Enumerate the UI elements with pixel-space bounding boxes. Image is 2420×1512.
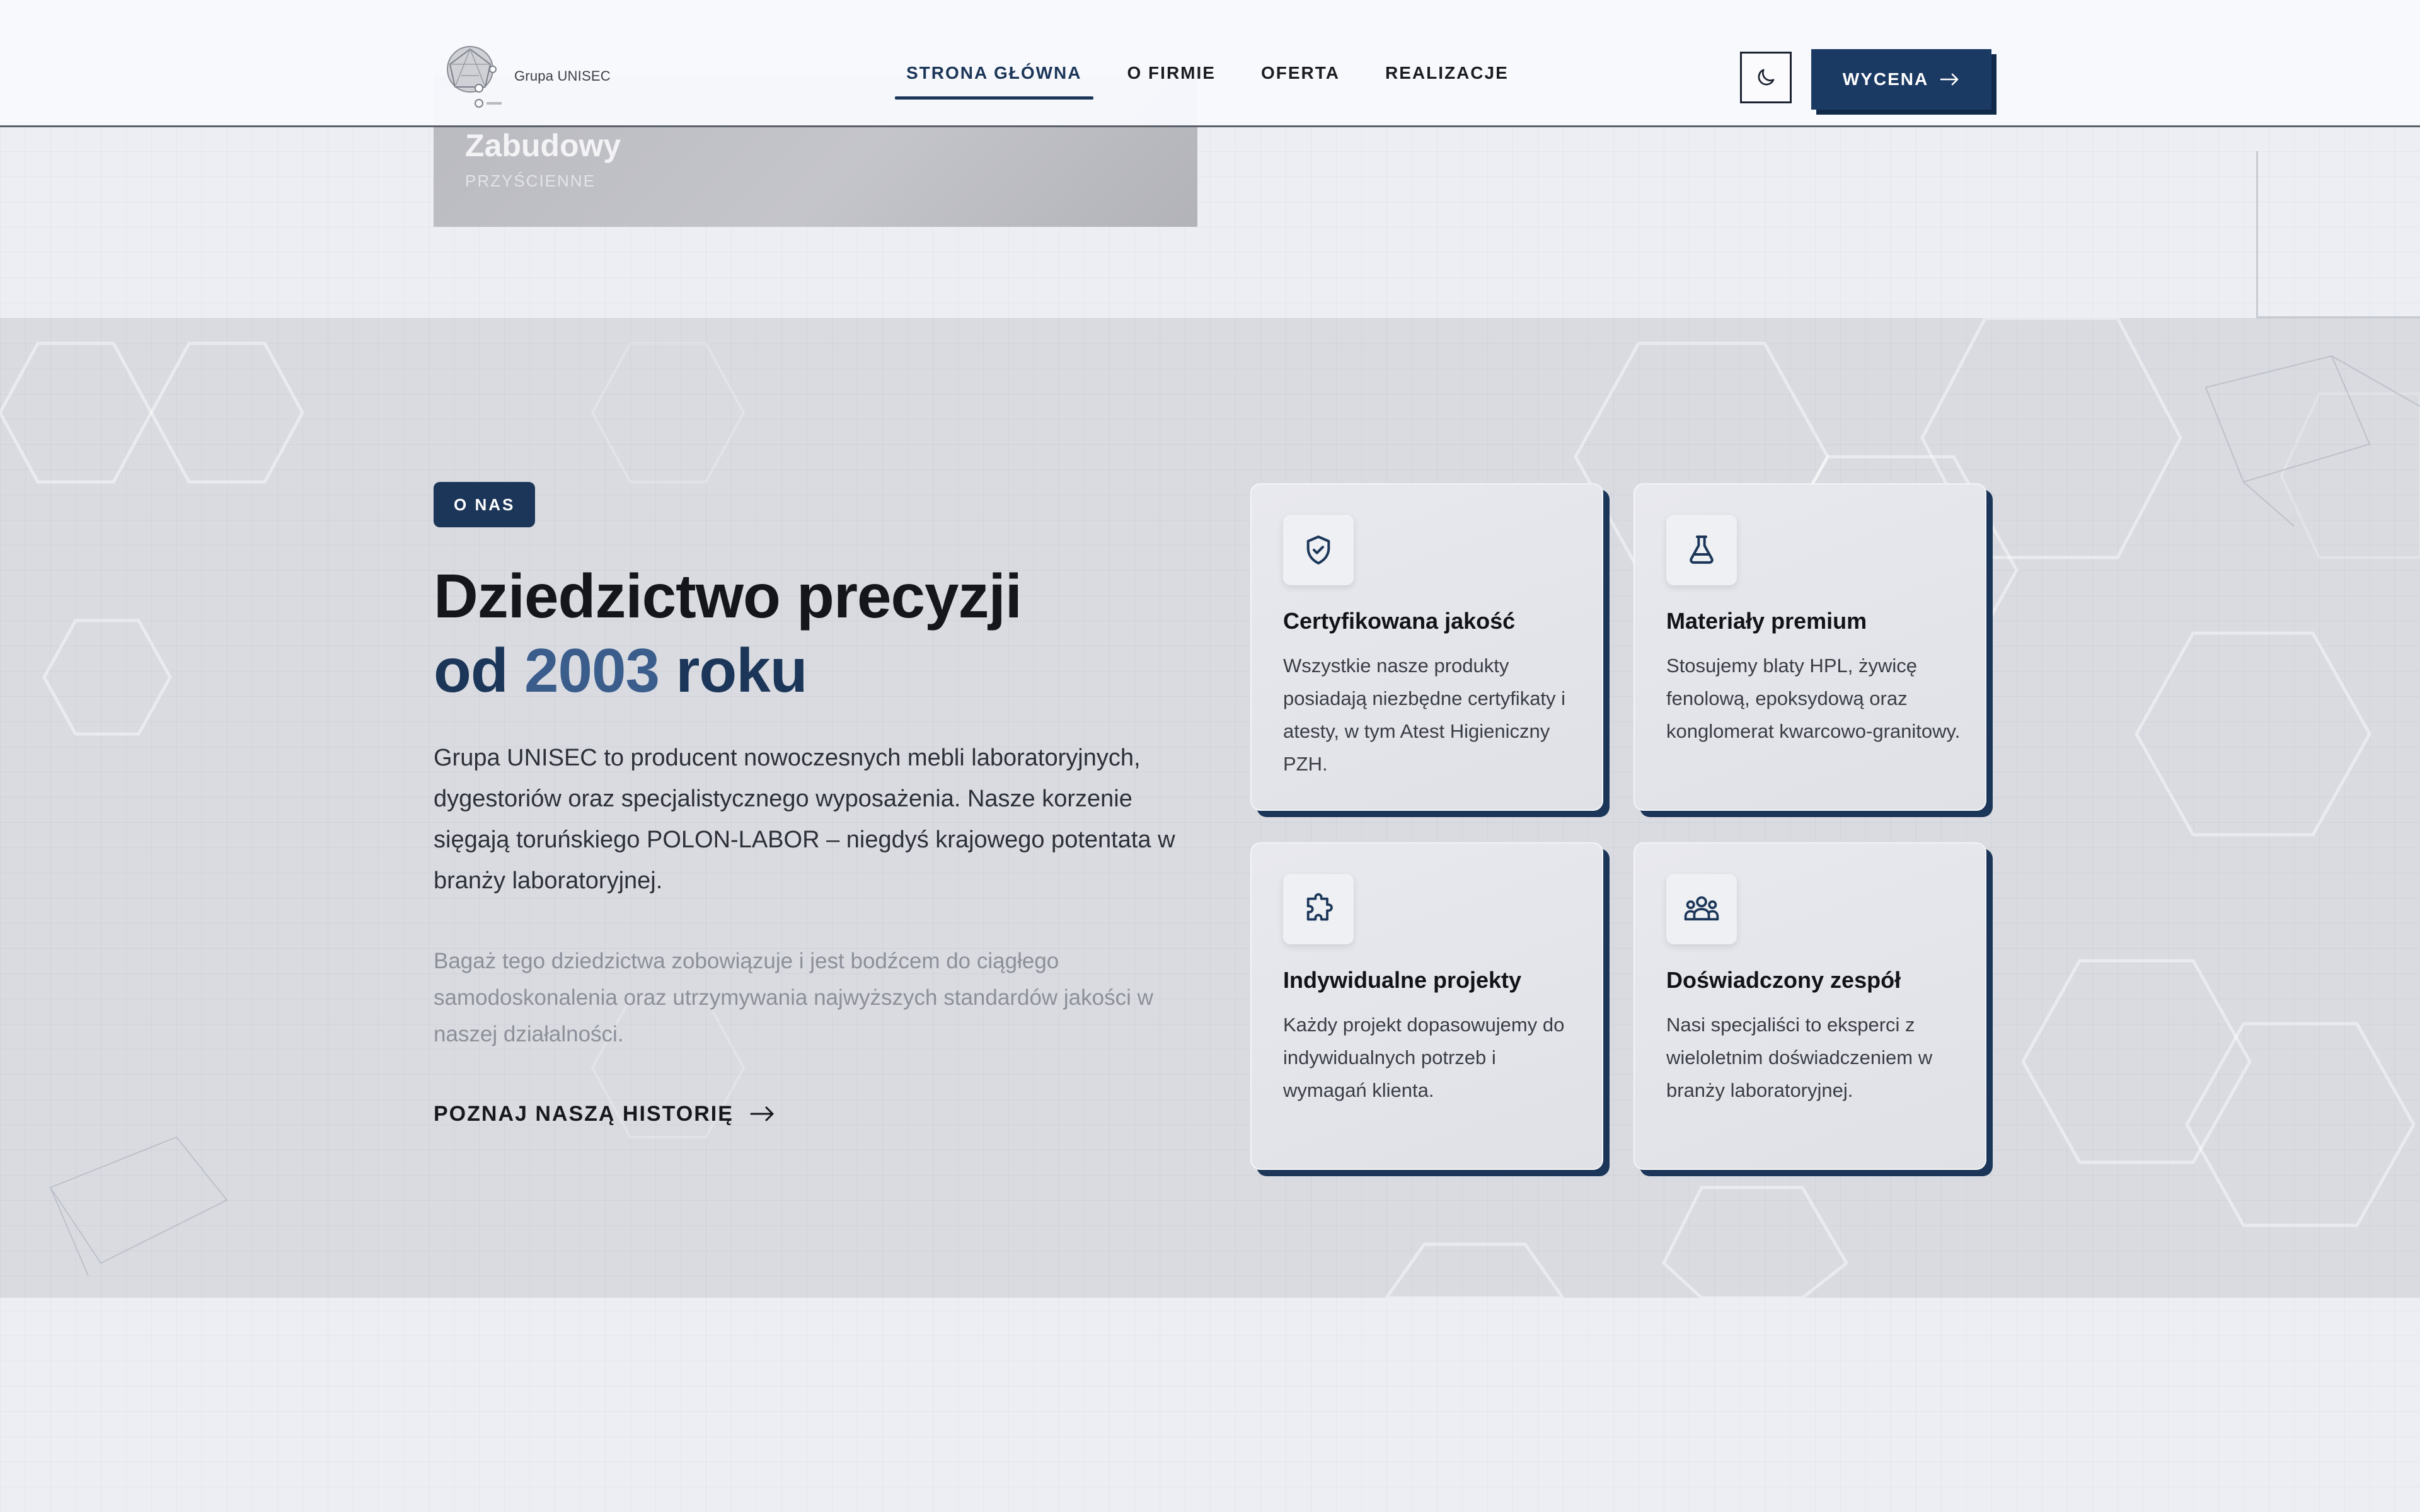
- about-section: O NAS Dziedzictwo precyzji od 2003 roku …: [0, 318, 2420, 1298]
- feature-description: Nasi specjaliści to eksperci z wieloletn…: [1666, 1014, 1933, 1101]
- lead-paragraph: Grupa UNISEC to producent nowoczesnych m…: [434, 745, 1175, 894]
- feature-title: Materiały premium: [1666, 608, 1867, 634]
- quote-button[interactable]: WYCENA: [1811, 49, 1991, 110]
- headline-prefix: od: [434, 636, 524, 705]
- decorative-frame: [2256, 151, 2420, 318]
- section-headline: Dziedzictwo precyzji od 2003 roku: [434, 559, 1253, 707]
- nav-item-projects[interactable]: REALIZACJE: [1374, 63, 1520, 101]
- feature-card-quality[interactable]: Certyfikowana jakość Wszystkie nasze pro…: [1250, 483, 1603, 811]
- arrow-right-icon: [1940, 73, 1959, 86]
- logo-text: Grupa UNISEC: [514, 68, 611, 84]
- feature-title: Doświadczony zespół: [1666, 967, 1901, 993]
- puzzle-icon: [1283, 874, 1354, 944]
- secondary-paragraph: Bagaż tego dziedzictwa zobowiązuje i jes…: [434, 949, 1153, 1046]
- site-header: Grupa UNISEC STRONA GŁÓWNA O FIRMIE OFER…: [0, 0, 2420, 127]
- logo-globe-icon: [447, 46, 502, 108]
- offer-card-subtitle: PRZYŚCIENNE: [465, 171, 596, 190]
- feature-card-materials[interactable]: Materiały premium Stosujemy blaty HPL, ż…: [1634, 483, 1986, 811]
- logo[interactable]: Grupa UNISEC: [440, 43, 611, 112]
- section-badge: O NAS: [434, 482, 536, 527]
- feature-description: Stosujemy blaty HPL, żywicę fenolową, ep…: [1666, 655, 1961, 742]
- headline-suffix: roku: [659, 636, 807, 705]
- headline-year: 2003: [524, 636, 660, 705]
- users-icon: [1666, 874, 1737, 944]
- headline-line-1: Dziedzictwo precyzji: [434, 561, 1022, 631]
- moon-icon: [1758, 69, 1775, 86]
- flask-icon: [1666, 515, 1737, 585]
- theme-toggle-button[interactable]: [1740, 52, 1792, 103]
- feature-card-custom-projects[interactable]: Indywidualne projekty Każdy projekt dopa…: [1250, 842, 1603, 1170]
- feature-description: Każdy projekt dopasowujemy do indywidual…: [1283, 1014, 1565, 1101]
- hexagon-pattern: [0, 318, 2420, 1298]
- quote-button-label: WYCENA: [1842, 69, 1929, 89]
- nav-item-offer[interactable]: OFERTA: [1250, 63, 1351, 101]
- feature-title: Certyfikowana jakość: [1283, 608, 1516, 634]
- feature-card-team[interactable]: Doświadczony zespół Nasi specjaliści to …: [1634, 842, 1986, 1170]
- main-nav: STRONA GŁÓWNA O FIRMIE OFERTA REALIZACJE: [895, 63, 1520, 101]
- feature-title: Indywidualne projekty: [1283, 967, 1522, 993]
- nav-item-home[interactable]: STRONA GŁÓWNA: [895, 63, 1093, 101]
- feature-description: Wszystkie nasze produkty posiadają niezb…: [1283, 655, 1566, 775]
- shield-check-icon: [1283, 515, 1354, 585]
- nav-item-about[interactable]: O FIRMIE: [1116, 63, 1227, 101]
- history-link[interactable]: POZNAJ NASZĄ HISTORIĘ: [434, 1098, 775, 1130]
- arrow-right-icon: [750, 1106, 774, 1121]
- headline-line-2: od 2003 roku: [434, 633, 1253, 707]
- offer-card-title: Zabudowy: [465, 128, 621, 163]
- history-link-label: POZNAJ NASZĄ HISTORIĘ: [434, 1101, 734, 1126]
